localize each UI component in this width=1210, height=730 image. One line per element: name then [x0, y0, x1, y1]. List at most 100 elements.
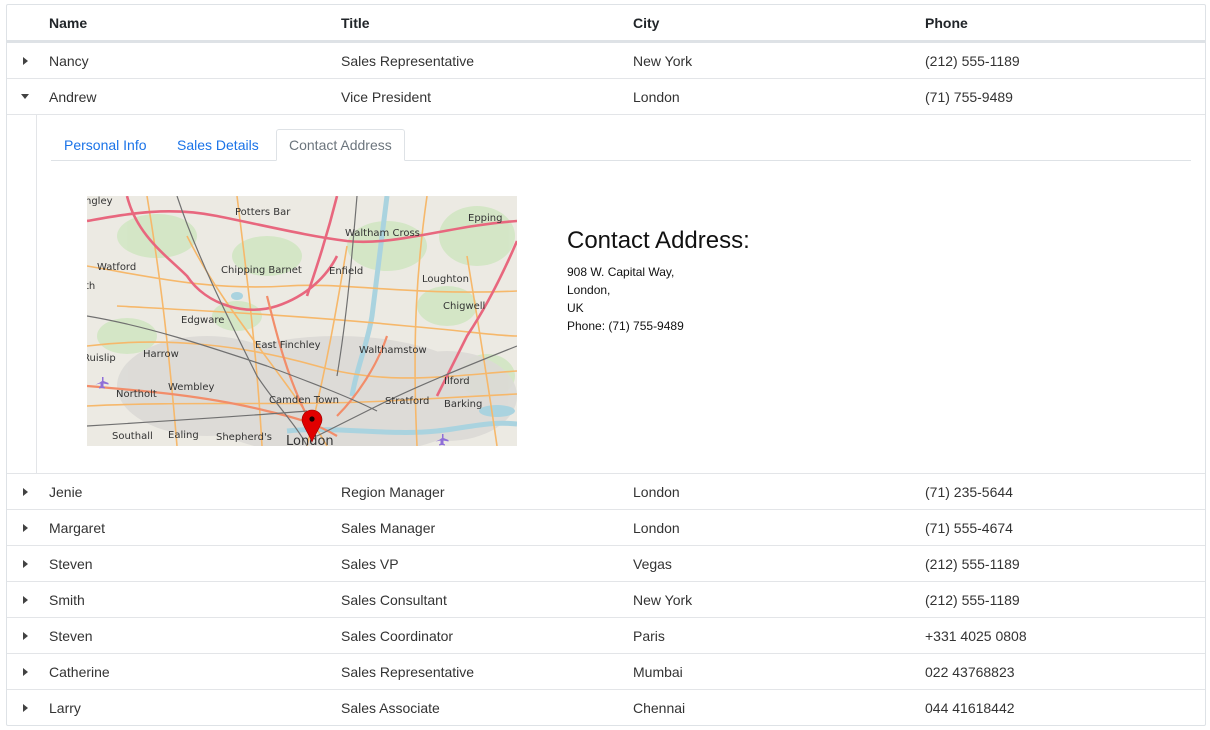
cell-phone: (212) 555-1189 — [925, 591, 1020, 608]
contact-address-heading: Contact Address: — [567, 227, 750, 254]
caret-right-icon — [23, 704, 28, 712]
map-label: Southall — [112, 431, 153, 442]
map-label: Enfield — [329, 266, 363, 277]
table-row[interactable]: Steven Sales Coordinator Paris +331 4025… — [7, 618, 1205, 654]
cell-name: Margaret — [49, 519, 106, 536]
cell-city: New York — [633, 591, 693, 608]
tab-sales-details[interactable]: Sales Details — [164, 129, 272, 161]
caret-right-icon — [23, 631, 28, 640]
address-line-country: UK — [567, 301, 584, 315]
caret-right-icon — [23, 487, 28, 496]
expand-toggle[interactable] — [7, 43, 43, 78]
map-label: Walthamstow — [359, 345, 427, 356]
caret-down-icon — [21, 94, 29, 99]
map-label: Edgware — [181, 315, 224, 326]
map-label: Epping — [468, 213, 502, 224]
cell-city: Vegas — [633, 555, 672, 572]
cell-name: Steven — [49, 627, 93, 644]
cell-title: Region Manager — [341, 483, 445, 500]
expand-toggle[interactable] — [7, 474, 43, 509]
table-row[interactable]: Margaret Sales Manager London (71) 555-4… — [7, 510, 1205, 546]
employee-grid: Name Title City Phone Nancy Sales Repres… — [6, 4, 1206, 726]
cell-city: London — [633, 88, 680, 105]
cell-phone: 022 43768823 — [925, 663, 1015, 680]
address-line-phone: Phone: (71) 755-9489 — [567, 319, 684, 333]
cell-city: Paris — [633, 627, 665, 644]
cell-name: Larry — [49, 700, 81, 716]
map-label: Ealing — [168, 430, 199, 441]
cell-phone: (212) 555-1189 — [925, 555, 1020, 572]
header-toggle-cell — [7, 5, 43, 40]
table-row-expanded[interactable]: Andrew Vice President London (71) 755-94… — [7, 79, 1205, 115]
caret-right-icon — [23, 595, 28, 604]
map-label: Waltham Cross — [345, 228, 420, 239]
map-label: Ruislip — [87, 353, 116, 364]
cell-title: Sales Coordinator — [341, 627, 454, 644]
tab-personal-info[interactable]: Personal Info — [51, 129, 160, 161]
map-label: Chigwell — [443, 301, 485, 312]
cell-title: Sales Consultant — [341, 591, 447, 608]
location-map[interactable]: ngley Potters Bar Epping Waltham Cross W… — [87, 196, 517, 446]
map-canvas[interactable]: ngley Potters Bar Epping Waltham Cross W… — [87, 196, 517, 446]
map-label: th — [87, 281, 95, 292]
cell-name: Andrew — [49, 88, 97, 105]
table-row[interactable]: Smith Sales Consultant New York (212) 55… — [7, 582, 1205, 618]
map-label: Ilford — [444, 376, 470, 387]
cell-title: Sales VP — [341, 555, 399, 572]
detail-row: Personal Info Sales Details Contact Addr… — [7, 115, 1205, 474]
cell-city: Chennai — [633, 700, 686, 716]
cell-name: Catherine — [49, 663, 110, 680]
table-row[interactable]: Nancy Sales Representative New York (212… — [7, 43, 1205, 79]
cell-title: Vice President — [341, 88, 432, 105]
map-label: Shepherd's — [216, 432, 272, 443]
cell-phone: (71) 235-5644 — [925, 483, 1013, 500]
cell-city: Mumbai — [633, 663, 683, 680]
column-header-city[interactable]: City — [633, 5, 659, 40]
map-label: Potters Bar — [235, 207, 291, 218]
map-label: East Finchley — [255, 340, 321, 351]
expand-toggle[interactable] — [7, 510, 43, 545]
collapse-toggle[interactable] — [7, 79, 43, 114]
table-row[interactable]: Catherine Sales Representative Mumbai 02… — [7, 654, 1205, 690]
table-row[interactable]: Steven Sales VP Vegas (212) 555-1189 — [7, 546, 1205, 582]
cell-name: Nancy — [49, 52, 89, 69]
map-label: Harrow — [143, 349, 179, 360]
map-label: ngley — [87, 196, 113, 207]
address-line-city: London, — [567, 283, 611, 297]
expand-toggle[interactable] — [7, 654, 43, 689]
cell-title: Sales Representative — [341, 52, 475, 69]
contact-address-block: Contact Address: 908 W. Capital Way, Lon… — [567, 227, 750, 335]
caret-right-icon — [23, 559, 28, 568]
caret-right-icon — [23, 56, 28, 65]
cell-city: London — [633, 519, 680, 536]
column-header-name[interactable]: Name — [49, 5, 87, 40]
expand-toggle[interactable] — [7, 690, 43, 726]
cell-phone: (212) 555-1189 — [925, 52, 1020, 69]
map-label: Northolt — [116, 389, 157, 400]
expand-toggle[interactable] — [7, 546, 43, 581]
map-label: Wembley — [168, 382, 214, 393]
cell-city: London — [633, 483, 680, 500]
grid-header: Name Title City Phone — [7, 5, 1205, 43]
detail-tabs: Personal Info Sales Details Contact Addr… — [51, 129, 1191, 161]
expand-toggle[interactable] — [7, 618, 43, 653]
cell-name: Steven — [49, 555, 93, 572]
cell-phone: +331 4025 0808 — [925, 627, 1027, 644]
tab-contact-address[interactable]: Contact Address — [276, 129, 405, 161]
caret-right-icon — [23, 523, 28, 532]
table-row[interactable]: Jenie Region Manager London (71) 235-564… — [7, 474, 1205, 510]
address-line-street: 908 W. Capital Way, — [567, 265, 675, 279]
cell-title: Sales Associate — [341, 700, 440, 716]
cell-phone: (71) 555-4674 — [925, 519, 1013, 536]
expand-toggle[interactable] — [7, 582, 43, 617]
cell-title: Sales Representative — [341, 663, 475, 680]
cell-name: Smith — [49, 591, 85, 608]
column-header-title[interactable]: Title — [341, 5, 370, 40]
cell-phone: (71) 755-9489 — [925, 88, 1013, 105]
map-label: Chipping Barnet — [221, 265, 302, 276]
cell-city: New York — [633, 52, 693, 69]
map-label: Barking — [444, 399, 482, 410]
table-row[interactable]: Larry Sales Associate Chennai 044 416184… — [7, 690, 1205, 726]
cell-name: Jenie — [49, 483, 83, 500]
column-header-phone[interactable]: Phone — [925, 5, 968, 40]
